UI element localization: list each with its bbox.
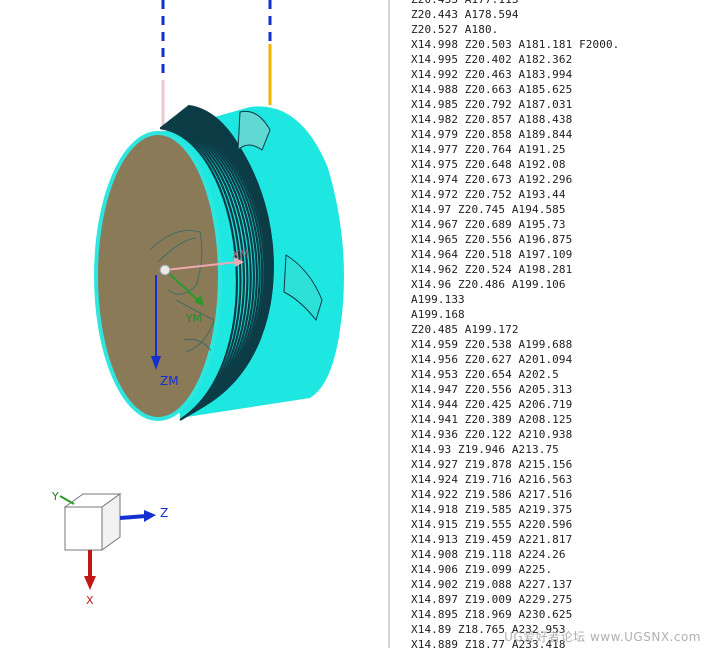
gcode-line: X14.915 Z19.555 A220.596 xyxy=(411,518,573,531)
part-end-face xyxy=(94,131,222,421)
gcode-line: X14.967 Z20.689 A195.73 xyxy=(411,218,566,231)
machine-origin-marker xyxy=(159,264,171,276)
gcode-line: Z20.485 A199.172 xyxy=(411,323,519,336)
triad-z-arrowhead xyxy=(144,510,156,522)
zm-axis-label: ZM xyxy=(160,374,179,388)
watermark-text: UG爱好者论坛 www.UGSNX.com xyxy=(504,630,701,644)
gcode-line: Z20.433 A177.113 xyxy=(411,0,619,7)
xm-axis-label: XM xyxy=(232,248,249,261)
triad-y-label: Y xyxy=(51,490,59,503)
gcode-line: X14.964 Z20.518 A197.109 xyxy=(411,248,573,261)
gcode-line: X14.97 Z20.745 A194.585 xyxy=(411,203,566,216)
gcode-line: X14.965 Z20.556 A196.875 xyxy=(411,233,573,246)
gcode-line: X14.962 Z20.524 A198.281 xyxy=(411,263,573,276)
triad-y-axis xyxy=(59,495,75,505)
ym-axis-label: YM xyxy=(185,312,202,325)
gcode-line: X14.979 Z20.858 A189.844 xyxy=(411,128,573,141)
gcode-line: X14.959 Z20.538 A199.688 xyxy=(411,338,573,351)
gcode-line: X14.918 Z19.585 A219.375 xyxy=(411,503,573,516)
triad-z-label: Z xyxy=(160,506,168,520)
gcode-listing-panel[interactable]: Z20.433 A177.113Z20.443 A178.594 Z20.527 … xyxy=(390,0,707,648)
triad-x-arrowhead xyxy=(84,576,96,590)
gcode-line: A199.168 xyxy=(411,308,465,321)
gcode-line: X14.974 Z20.673 A192.296 xyxy=(411,173,573,186)
gcode-line: X14.995 Z20.402 A182.362 xyxy=(411,53,573,66)
gcode-line: X14.998 Z20.503 A181.181 F2000. xyxy=(411,38,620,51)
gcode-line: X14.906 Z19.099 A225. xyxy=(411,563,553,576)
gcode-line: X14.972 Z20.752 A193.44 xyxy=(411,188,566,201)
gcode-line: X14.908 Z19.118 A224.26 xyxy=(411,548,566,561)
gcode-line: X14.953 Z20.654 A202.5 xyxy=(411,368,559,381)
triad-x-label: X xyxy=(86,594,94,607)
gcode-line: X14.992 Z20.463 A183.994 xyxy=(411,68,573,81)
gcode-line: X14.922 Z19.586 A217.516 xyxy=(411,488,573,501)
gcode-line: X14.947 Z20.556 A205.313 xyxy=(411,383,573,396)
gcode-line: Z20.443 A178.594 xyxy=(411,8,519,21)
gcode-line: X14.895 Z18.969 A230.625 xyxy=(411,608,573,621)
gcode-line: X14.927 Z19.878 A215.156 xyxy=(411,458,573,471)
gcode-line: X14.982 Z20.857 A188.438 xyxy=(411,113,573,126)
gcode-line: X14.988 Z20.663 A185.625 xyxy=(411,83,573,96)
gcode-line: X14.936 Z20.122 A210.938 xyxy=(411,428,573,441)
triad-cube-front xyxy=(64,506,103,551)
gcode-line: X14.924 Z19.716 A216.563 xyxy=(411,473,573,486)
gcode-line: X14.913 Z19.459 A221.817 xyxy=(411,533,573,546)
gcode-list: Z20.433 A177.113Z20.443 A178.594 Z20.527 … xyxy=(411,0,619,648)
view-triad[interactable]: Y Z X xyxy=(51,490,168,607)
gcode-line: X14.941 Z20.389 A208.125 xyxy=(411,413,573,426)
viewport-canvas[interactable]: XM YM ZM Y Z X xyxy=(0,0,388,648)
gcode-line: X14.897 Z19.009 A229.275 xyxy=(411,593,573,606)
gcode-line: X14.902 Z19.088 A227.137 xyxy=(411,578,573,591)
graphics-viewport[interactable]: XM YM ZM Y Z X xyxy=(0,0,388,648)
gcode-line: X14.975 Z20.648 A192.08 xyxy=(411,158,566,171)
gcode-line: X14.93 Z19.946 A213.75 xyxy=(411,443,559,456)
gcode-line: X14.956 Z20.627 A201.094 xyxy=(411,353,573,366)
gcode-line: X14.96 Z20.486 A199.106 xyxy=(411,278,566,291)
gcode-line: X14.944 Z20.425 A206.719 xyxy=(411,398,573,411)
gcode-line: X14.977 Z20.764 A191.25 xyxy=(411,143,566,156)
gcode-line: Z20.527 A180. xyxy=(411,23,499,36)
gcode-line: A199.133 xyxy=(411,293,465,306)
gcode-line: X14.985 Z20.792 A187.031 xyxy=(411,98,573,111)
triad-z-axis xyxy=(119,514,147,520)
